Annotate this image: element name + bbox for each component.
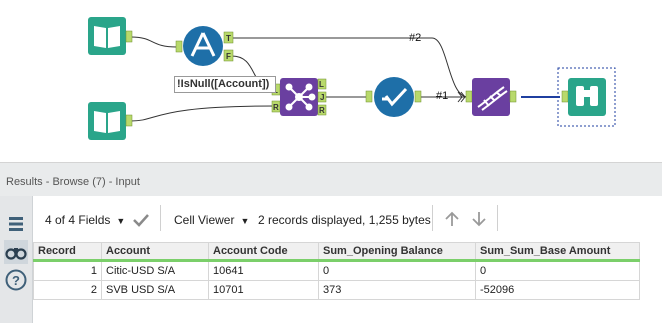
results-header: Results - Browse (7) - Input — [0, 162, 662, 196]
connection-input1-filter[interactable] — [130, 36, 178, 48]
list-view-button[interactable] — [4, 212, 28, 236]
account-cell[interactable]: SVB USD S/A — [101, 280, 209, 300]
input-anchor[interactable] — [365, 90, 373, 103]
list-icon — [9, 217, 23, 231]
header-row: Record Account Account Code Sum_Opening … — [33, 242, 640, 262]
caret-down-icon: ▼ — [116, 216, 126, 226]
output-anchor[interactable] — [125, 30, 133, 43]
help-icon: ? — [5, 269, 27, 291]
help-button[interactable]: ? — [4, 268, 28, 292]
base-amount-cell[interactable]: 0 — [475, 260, 640, 281]
record-number-cell[interactable]: 2 — [33, 280, 102, 300]
column-header-account[interactable]: Account — [101, 242, 209, 262]
account-cell[interactable]: Citic-USD S/A — [101, 260, 209, 281]
svg-text:?: ? — [12, 273, 20, 288]
filter-tool[interactable]: T F — [175, 26, 234, 66]
caret-down-icon: ▼ — [240, 216, 250, 226]
select-tool[interactable] — [365, 77, 422, 117]
output-anchor[interactable] — [414, 90, 422, 103]
arrow-up-icon[interactable] — [443, 210, 461, 228]
toolbar-divider — [497, 205, 498, 231]
results-toolbar: 4 of 4 Fields ▼ Cell Viewer ▼ 2 records di… — [33, 196, 662, 242]
column-header-record[interactable]: Record — [33, 242, 102, 262]
input-anchor[interactable] — [175, 40, 183, 53]
column-header-account-code[interactable]: Account Code — [208, 242, 319, 262]
join-right-label: R — [319, 106, 325, 115]
table-row[interactable]: 2 SVB USD S/A 10701 373 -52096 — [33, 280, 640, 300]
output-anchor[interactable] — [509, 90, 517, 103]
record-number-cell[interactable]: 1 — [33, 260, 102, 281]
viewer-selector-label: Cell Viewer — [174, 213, 235, 227]
binoculars-icon — [5, 248, 27, 260]
workflow-canvas[interactable]: T F L R L J R — [0, 0, 662, 162]
records-summary: 2 records displayed, 1,255 bytes — [258, 213, 431, 227]
opening-balance-cell[interactable]: 373 — [318, 280, 476, 300]
fields-selector[interactable]: 4 of 4 Fields ▼ — [45, 213, 125, 227]
input-anchor[interactable] — [561, 90, 569, 103]
viewer-selector[interactable]: Cell Viewer ▼ — [174, 213, 249, 227]
input-tool-2[interactable] — [88, 102, 133, 140]
connection-label-2: #2 — [409, 32, 422, 44]
results-side-rail: ? — [0, 196, 33, 323]
connection-input2-join[interactable] — [130, 105, 276, 122]
browse-tool[interactable] — [557, 67, 616, 127]
transform-tool[interactable] — [465, 78, 517, 116]
filter-true-label: T — [226, 34, 231, 43]
base-amount-cell[interactable]: -52096 — [475, 280, 640, 300]
filter-false-label: F — [226, 52, 231, 61]
browse-view-button[interactable] — [4, 240, 28, 264]
join-tool[interactable]: L R L J R — [271, 78, 327, 116]
checkmark-icon[interactable] — [132, 212, 150, 228]
input-tool-1[interactable] — [88, 17, 133, 55]
workflow-connections: T F L R L J R — [88, 17, 616, 140]
input-anchor[interactable] — [465, 90, 473, 103]
join-in-right-label: R — [273, 103, 279, 112]
account-code-cell[interactable]: 10701 — [208, 280, 319, 300]
results-title: Results - Browse (7) - Input — [6, 176, 140, 188]
join-left-label: L — [319, 80, 324, 89]
filter-formula-label: !IsNull([Account]) — [174, 76, 276, 93]
results-grid: Record Account Account Code Sum_Opening … — [33, 242, 662, 323]
table-row[interactable]: 1 Citic-USD S/A 10641 0 0 — [33, 260, 640, 281]
opening-balance-cell[interactable]: 0 — [318, 260, 476, 281]
fields-selector-label: 4 of 4 Fields — [45, 213, 111, 227]
column-header-base-amount[interactable]: Sum_Sum_Base Amount — [475, 242, 640, 262]
toolbar-divider — [160, 205, 161, 231]
account-code-cell[interactable]: 10641 — [208, 260, 319, 281]
connection-label-1: #1 — [436, 90, 449, 102]
toolbar-divider — [432, 205, 433, 231]
join-inner-label: J — [320, 93, 324, 102]
data-table: Record Account Account Code Sum_Opening … — [33, 242, 640, 300]
column-header-opening-balance[interactable]: Sum_Opening Balance — [318, 242, 476, 262]
output-anchor[interactable] — [125, 114, 133, 127]
arrow-down-icon[interactable] — [470, 210, 488, 228]
